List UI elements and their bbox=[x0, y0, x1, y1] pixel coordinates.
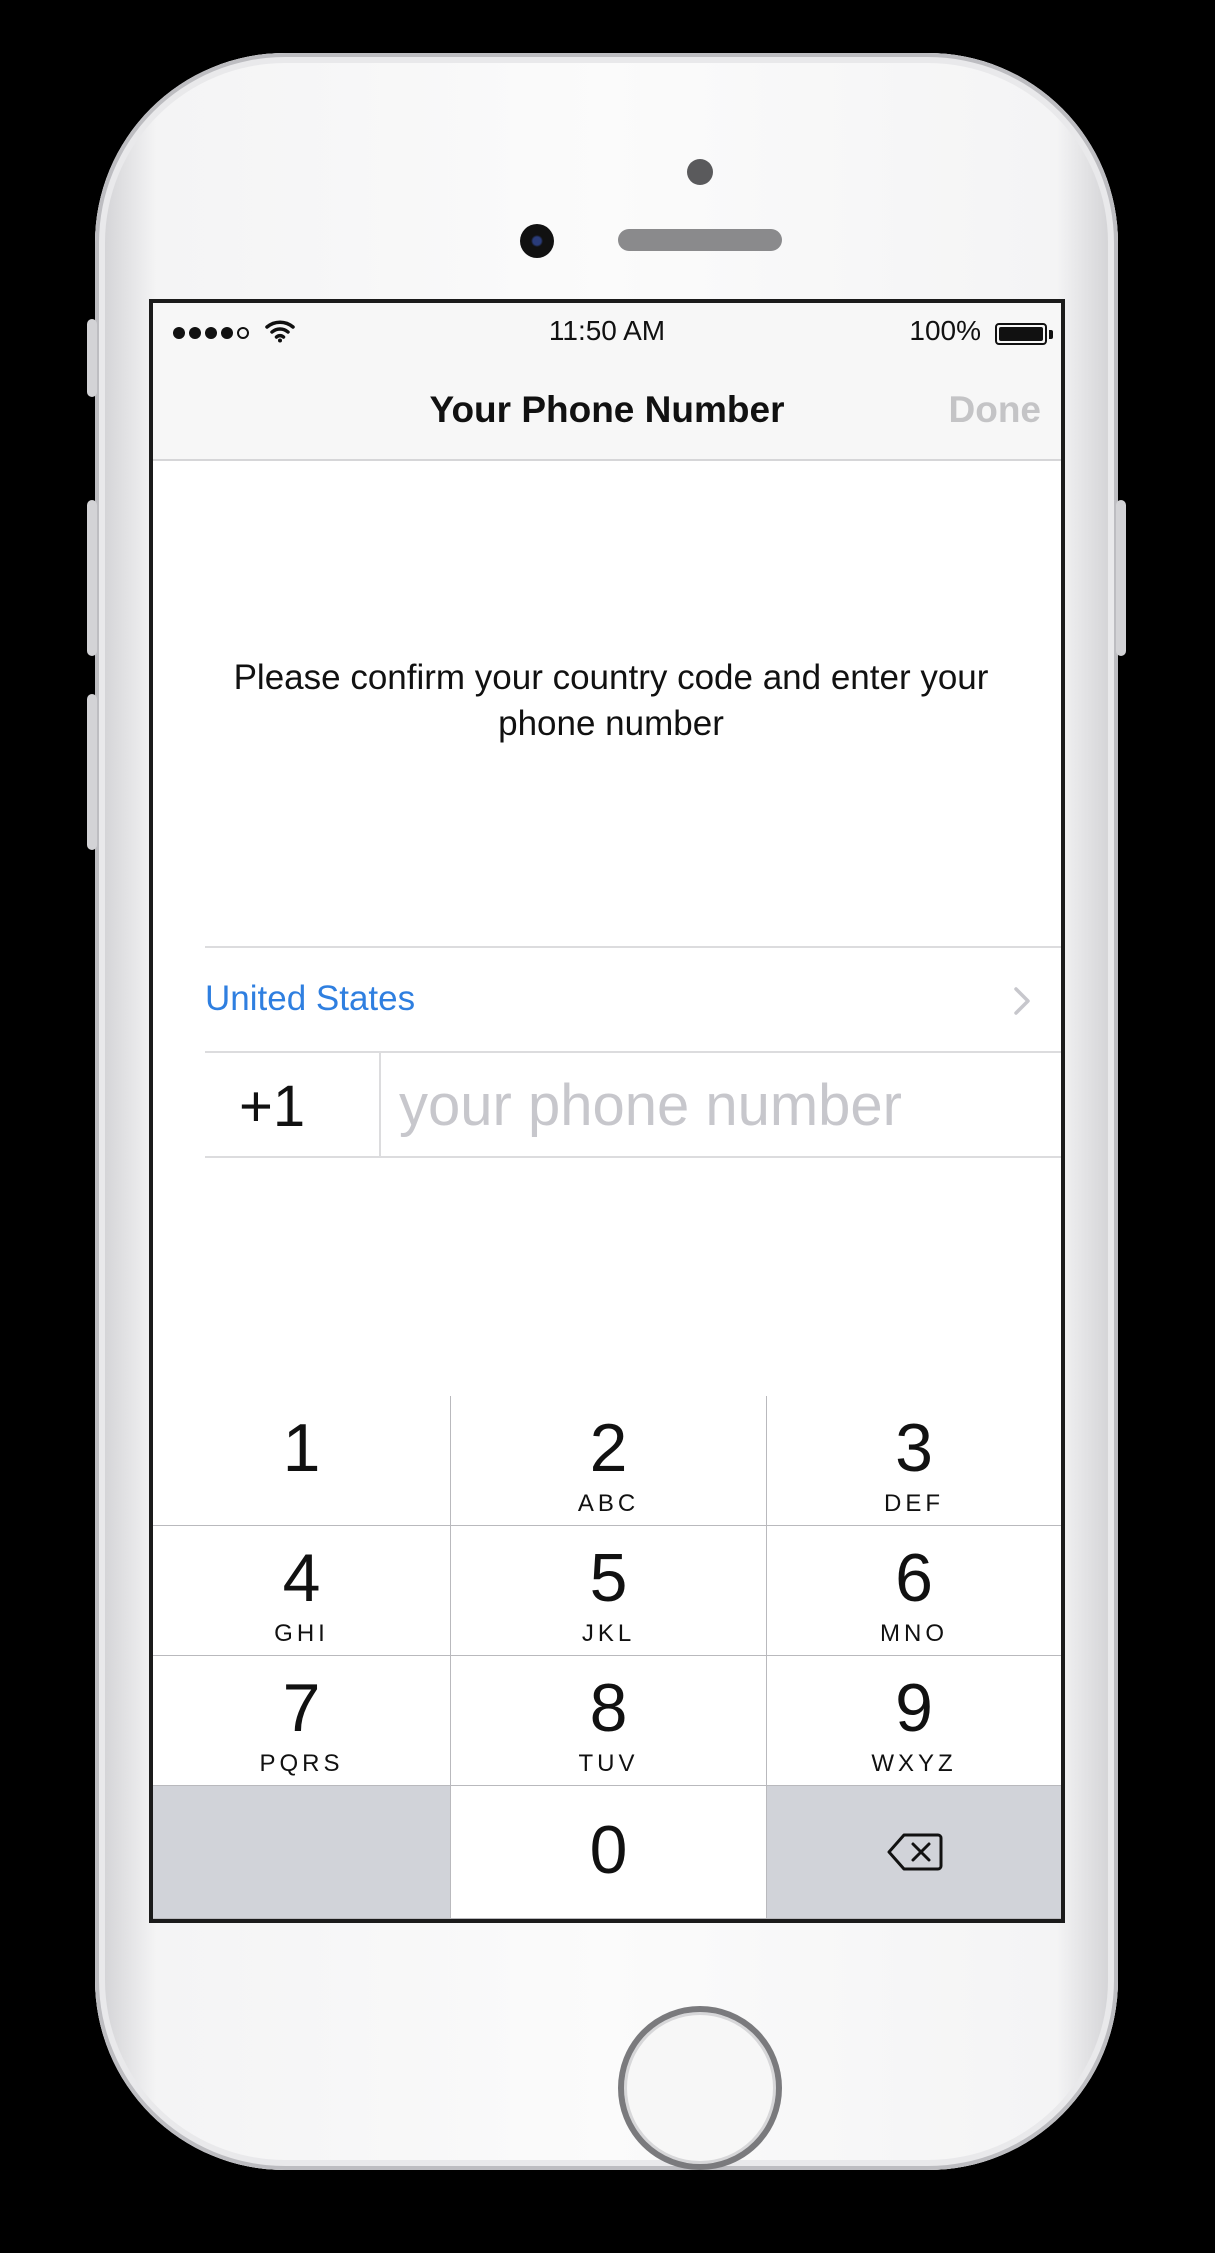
power-button[interactable] bbox=[1116, 500, 1126, 656]
key-letters: JKL bbox=[581, 1620, 636, 1647]
key-5[interactable]: 5 JKL bbox=[451, 1526, 767, 1656]
key-digit: 9 bbox=[895, 1670, 933, 1746]
key-letters: PQRS bbox=[259, 1750, 344, 1777]
key-digit: 7 bbox=[282, 1670, 321, 1746]
key-7[interactable]: 7 PQRS bbox=[153, 1656, 451, 1786]
battery-icon bbox=[995, 323, 1047, 345]
battery-tip bbox=[1049, 330, 1053, 339]
key-1[interactable]: 1 bbox=[153, 1396, 451, 1526]
done-button[interactable]: Done bbox=[949, 389, 1042, 431]
proximity-sensor bbox=[687, 159, 713, 185]
key-2[interactable]: 2 ABC bbox=[451, 1396, 767, 1526]
navigation-bar: Your Phone Number Done bbox=[153, 363, 1061, 461]
key-9[interactable]: 9 WXYZ bbox=[767, 1656, 1061, 1786]
code-divider bbox=[379, 1053, 381, 1156]
mute-switch[interactable] bbox=[87, 319, 97, 397]
instruction-text: Please confirm your country code and ent… bbox=[233, 658, 989, 743]
key-digit: 5 bbox=[589, 1540, 628, 1616]
chevron-right-icon bbox=[1014, 987, 1030, 1015]
key-digit: 6 bbox=[895, 1540, 933, 1616]
delete-key[interactable] bbox=[767, 1786, 1061, 1919]
phone-number-row: +1 bbox=[205, 1053, 1061, 1158]
country-name: United States bbox=[205, 979, 416, 1018]
key-letters: WXYZ bbox=[871, 1750, 957, 1777]
volume-up-button[interactable] bbox=[87, 500, 97, 656]
country-code[interactable]: +1 bbox=[239, 1073, 305, 1140]
front-camera bbox=[520, 224, 554, 258]
key-3[interactable]: 3 DEF bbox=[767, 1396, 1061, 1526]
key-digit: 4 bbox=[282, 1540, 321, 1616]
key-letters: GHI bbox=[274, 1620, 329, 1647]
key-letters: TUV bbox=[578, 1750, 639, 1777]
key-digit: 1 bbox=[282, 1410, 321, 1486]
key-blank bbox=[153, 1786, 451, 1919]
key-digit: 2 bbox=[589, 1410, 628, 1486]
key-letters: ABC bbox=[577, 1490, 640, 1517]
key-letters: DEF bbox=[884, 1490, 944, 1517]
numeric-keypad: 1 2 ABC 3 DEF 4 GHI 5 JKL 6 MNO 7 PQRS 8… bbox=[153, 1396, 1061, 1919]
backspace-icon bbox=[887, 1833, 943, 1871]
screen: 11:50 AM 100% Your Phone Number Done Ple… bbox=[149, 299, 1065, 1923]
page-title: Your Phone Number bbox=[429, 389, 785, 430]
country-selector[interactable]: United States bbox=[205, 946, 1061, 1053]
key-digit: 0 bbox=[589, 1812, 628, 1888]
key-6[interactable]: 6 MNO bbox=[767, 1526, 1061, 1656]
key-digit: 8 bbox=[589, 1670, 628, 1746]
key-0[interactable]: 0 bbox=[451, 1786, 767, 1919]
key-8[interactable]: 8 TUV bbox=[451, 1656, 767, 1786]
key-4[interactable]: 4 GHI bbox=[153, 1526, 451, 1656]
phone-number-input[interactable] bbox=[399, 1067, 1039, 1143]
key-letters: MNO bbox=[880, 1620, 948, 1647]
battery-percent: 100% bbox=[909, 315, 981, 346]
home-button[interactable] bbox=[618, 2006, 782, 2170]
status-bar: 11:50 AM 100% bbox=[153, 303, 1061, 363]
key-digit: 3 bbox=[895, 1410, 933, 1486]
earpiece-speaker bbox=[618, 229, 782, 251]
volume-down-button[interactable] bbox=[87, 694, 97, 850]
